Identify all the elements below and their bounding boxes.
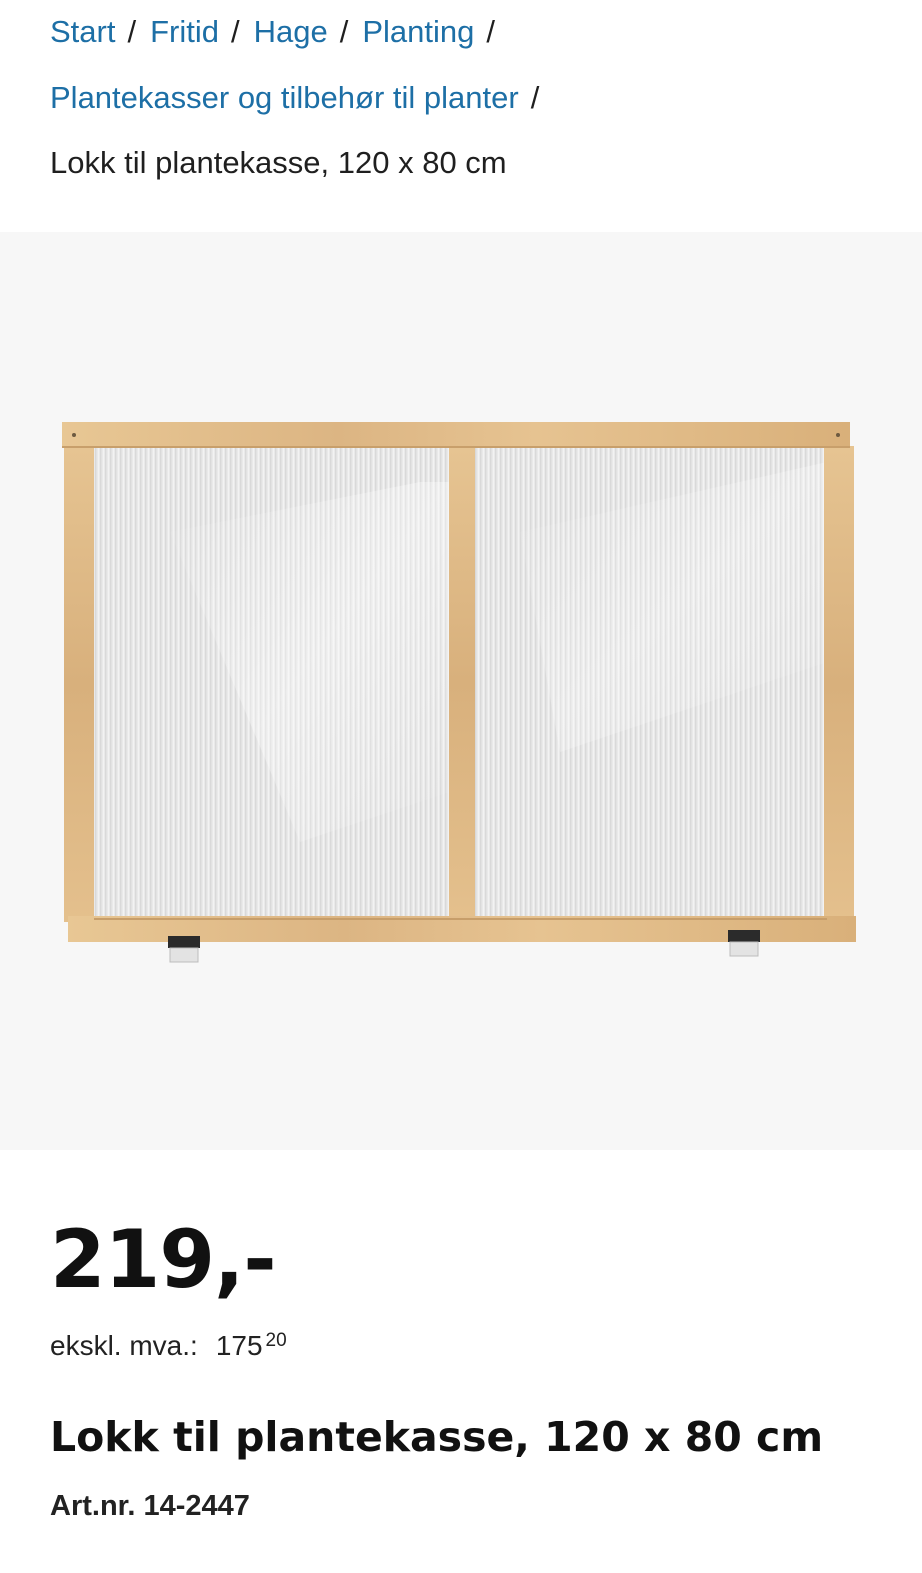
- breadcrumb-row-2: Plantekasser og tilbehør til planter /: [50, 78, 553, 118]
- breadcrumb-current: Lokk til plantekasse, 120 x 80 cm: [50, 145, 507, 180]
- frame-middle: [449, 446, 475, 918]
- product-image: [62, 422, 856, 963]
- product-image-area[interactable]: [0, 232, 922, 1150]
- breadcrumb-link-start[interactable]: Start: [50, 14, 115, 49]
- breadcrumb-separator: /: [339, 14, 349, 49]
- article-number: Art.nr. 14-2447: [50, 1490, 250, 1522]
- frame-right: [824, 446, 854, 922]
- breadcrumb-link-planting[interactable]: Planting: [362, 14, 474, 49]
- frame-left: [64, 446, 94, 922]
- breadcrumb-link-fritid[interactable]: Fritid: [150, 14, 219, 49]
- breadcrumb-row-1: Start / Fritid / Hage / Planting /: [50, 12, 509, 52]
- frame-top: [62, 422, 850, 448]
- frame-edge: [94, 918, 827, 920]
- screw-icon: [836, 433, 840, 437]
- vat-amount: 175: [215, 1330, 263, 1361]
- price-excl-vat: ekskl. mva.: 175 20: [50, 1322, 287, 1365]
- vat-label: ekskl. mva.:: [50, 1330, 198, 1361]
- breadcrumb: Start / Fritid / Hage / Planting / Plantekasser…: [0, 0, 922, 232]
- breadcrumb-separator: /: [530, 80, 540, 115]
- product-title: Lokk til plantekasse, 120 x 80 cm: [50, 1413, 824, 1461]
- product-price: 219,-: [50, 1213, 277, 1306]
- hinge-icon: [168, 936, 200, 963]
- breadcrumb-link-plantekasser[interactable]: Plantekasser og tilbehør til planter: [50, 80, 519, 115]
- breadcrumb-link-hage[interactable]: Hage: [254, 14, 328, 49]
- hinge-icon: [728, 930, 760, 957]
- breadcrumb-separator: /: [127, 14, 137, 49]
- vat-cents: 20: [265, 1330, 287, 1351]
- screw-icon: [72, 433, 76, 437]
- frame-edge: [62, 446, 850, 448]
- breadcrumb-separator: /: [230, 14, 240, 49]
- breadcrumb-separator: /: [486, 14, 495, 49]
